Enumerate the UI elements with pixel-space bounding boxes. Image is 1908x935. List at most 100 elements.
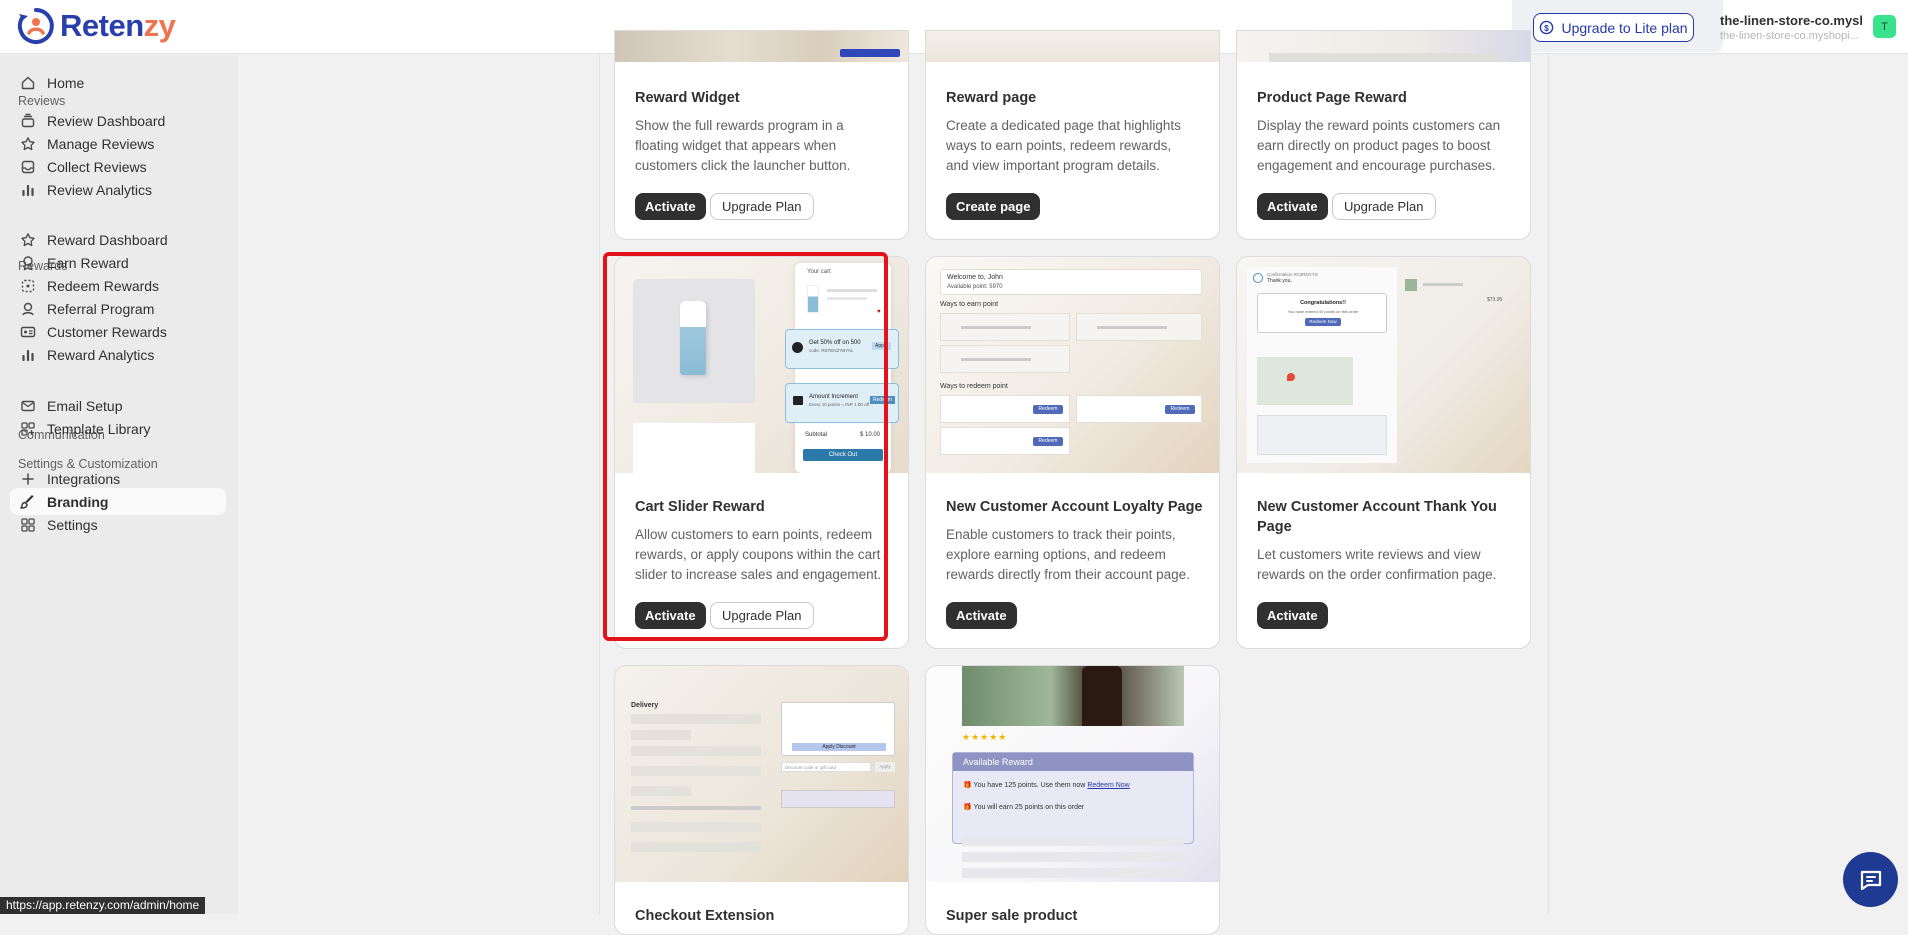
activate-button[interactable]: Activate: [1257, 193, 1328, 220]
sidebar-item-review-analytics[interactable]: Review Analytics: [10, 176, 226, 203]
bar-chart-icon: [22, 184, 34, 196]
sidebar-item-label: Settings: [47, 516, 98, 533]
dollar-circle-icon: $: [1540, 20, 1554, 35]
sidebar-item-label: Referral Program: [47, 300, 155, 317]
grid-icon: [21, 421, 35, 436]
card-description: Show the full rewards program in a float…: [635, 118, 851, 173]
create-page-button[interactable]: Create page: [946, 193, 1041, 220]
points-box: [781, 790, 895, 808]
sidebar-item-label: Collect Reviews: [47, 158, 147, 175]
card-title: Super sale product: [946, 908, 1078, 924]
sidebar-item-home[interactable]: Home: [10, 69, 226, 96]
preview-field: [631, 730, 691, 740]
sidebar-item-label: Redeem Rewards: [47, 277, 160, 294]
sidebar: Home Reviews Review Dashboard Manage Rev…: [0, 55, 238, 914]
card-description: Enable customers to track their points, …: [946, 527, 1190, 582]
sidebar-item-label: Review Dashboard: [47, 112, 166, 129]
highlight-frame: [603, 252, 888, 641]
earn-option: [1076, 313, 1202, 341]
sidebar-item-label: Home: [47, 74, 85, 91]
preview-bar: [1269, 53, 1499, 62]
dashboard-icon: [21, 113, 35, 127]
product-thumb: [1405, 279, 1417, 291]
reward-line-1: 🎁 You have 125 points. Use them now Rede…: [963, 782, 1130, 789]
sidebar-item-label: Earn Reward: [47, 254, 129, 271]
available-points: Available point: 5970: [947, 284, 1003, 290]
activate-button[interactable]: Activate: [946, 602, 1017, 629]
sidebar-item-label: Customer Rewards: [47, 323, 167, 340]
available-reward-title: Available Reward: [953, 753, 1193, 771]
discount-box: Apply Discount: [781, 702, 895, 756]
reward-widget-card: Reward Widget Show the full rewards prog…: [614, 30, 909, 240]
card-description: Let customers write reviews and view rew…: [1257, 547, 1497, 582]
order-panel: Confirmation #G3RNYYS Thank you, Congrat…: [1247, 267, 1397, 463]
store-name: the-linen-store-co.mysh...: [1720, 13, 1862, 28]
brush-icon: [20, 494, 34, 509]
congrats-box: Congratulations!! You have earned 40 poi…: [1257, 293, 1387, 333]
sidebar-item-template-library[interactable]: Template Library: [10, 415, 226, 442]
rating-stars: ★★★★★: [962, 732, 1008, 742]
delivery-heading: Delivery: [631, 702, 659, 709]
discount-apply: Apply: [875, 762, 895, 772]
sidebar-item-reward-analytics[interactable]: Reward Analytics: [10, 341, 226, 368]
preview-field: [631, 822, 761, 832]
upgrade-plan-button[interactable]: $ Upgrade to Lite plan: [1533, 13, 1694, 42]
welcome-box: Welcome to, John Available point: 5970: [940, 269, 1202, 295]
order-number: Confirmation #G3RNYYS: [1267, 272, 1318, 277]
upgrade-plan-label: Upgrade to Lite plan: [1561, 19, 1688, 36]
super-sale-product-card: ★★★★★ Available Reward 🎁 You have 125 po…: [925, 665, 1220, 935]
map-thumbnail: [1257, 357, 1353, 405]
product-page-reward-card: Product Page Reward Display the reward p…: [1236, 30, 1531, 240]
reward-widget-preview: [615, 31, 908, 62]
earn-heading: Ways to earn point: [940, 301, 999, 308]
product-reward-preview: ★★★★★ Available Reward 🎁 You have 125 po…: [926, 666, 1219, 882]
section-reviews: Reviews: [18, 94, 66, 108]
sidebar-item-label: Branding: [47, 493, 109, 510]
card-description: Create a dedicated page that highlights …: [946, 118, 1181, 173]
card-description: Display the reward points customers can …: [1257, 118, 1501, 173]
checkout-extension-card: Delivery Apply Discount Discount code or…: [614, 665, 909, 935]
home-icon: [21, 76, 35, 89]
preview-line: [962, 836, 1184, 846]
avatar[interactable]: T: [1873, 15, 1896, 38]
welcome-text: Welcome to, John: [947, 274, 1003, 281]
redeem-option: Redeem: [940, 395, 1070, 423]
apps-icon: [21, 517, 35, 532]
activate-button[interactable]: Activate: [635, 193, 706, 220]
bar-chart-icon: [22, 349, 34, 361]
sidebar-item-settings[interactable]: Settings: [10, 511, 226, 538]
preview-line: [962, 852, 1184, 862]
retenzy-logo[interactable]: Retenzy: [16, 6, 176, 46]
dotted-box-icon: [21, 279, 35, 292]
earn-option: [940, 313, 1070, 341]
preview-line: [631, 806, 761, 810]
activate-button[interactable]: Activate: [1257, 602, 1328, 629]
sidebar-item-label: Reward Analytics: [47, 346, 155, 363]
store-domain: the-linen-store-co.myshopi...: [1720, 30, 1859, 42]
preview-launcher: [840, 49, 900, 57]
store-switcher[interactable]: the-linen-store-co.mysh... the-linen-sto…: [1720, 13, 1862, 42]
reward-page-card: Reward page Create a dedicated page that…: [925, 30, 1220, 240]
upgrade-plan-button[interactable]: Upgrade Plan: [710, 193, 814, 220]
svg-text:$: $: [1545, 23, 1550, 33]
address-box: [1257, 415, 1387, 455]
loyalty-page-preview: Welcome to, John Available point: 5970 W…: [926, 257, 1219, 473]
card-title: Reward Widget: [635, 90, 740, 106]
preview-line: [962, 868, 1184, 878]
thank-you-preview: Confirmation #G3RNYYS Thank you, Congrat…: [1237, 257, 1530, 473]
sidebar-item-label: Email Setup: [47, 397, 123, 414]
sidebar-item-label: Review Analytics: [47, 181, 153, 198]
check-icon: [1253, 273, 1263, 283]
product-photo: [962, 666, 1184, 726]
thank-you-page-card: Confirmation #G3RNYYS Thank you, Congrat…: [1236, 256, 1531, 649]
preview-line: [1423, 283, 1463, 286]
checkout-preview: Delivery Apply Discount Discount code or…: [615, 666, 908, 882]
logo-text-b: zy: [143, 8, 176, 43]
redeem-heading: Ways to redeem point: [940, 383, 1008, 390]
upgrade-plan-button[interactable]: Upgrade Plan: [1332, 193, 1436, 220]
medal-icon: [23, 255, 33, 271]
star-icon: [21, 232, 35, 246]
chat-launcher[interactable]: [1843, 852, 1898, 907]
card-title: Reward page: [946, 90, 1037, 106]
gift-icon: [22, 302, 34, 315]
